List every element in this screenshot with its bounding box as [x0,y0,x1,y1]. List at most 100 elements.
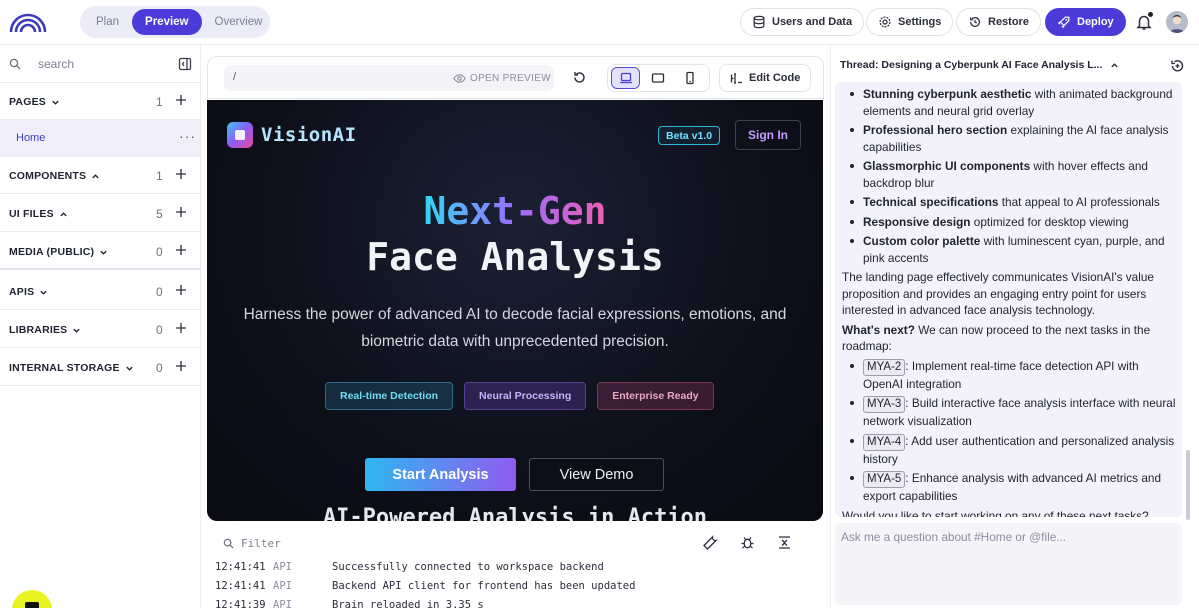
code-cursor-icon [730,72,742,84]
add-api-icon[interactable] [175,284,187,296]
preview-subtitle: Harness the power of advanced AI to deco… [243,306,787,350]
preview-brand: VisionAI [261,124,357,146]
mobile-view-button[interactable] [675,67,704,89]
task-text: : Build interactive face analysis interf… [863,396,1176,428]
section-internal-storage[interactable]: INTERNAL STORAGE 0 [0,349,201,386]
restore-button[interactable]: Restore [956,8,1041,36]
user-avatar[interactable] [1166,11,1188,33]
view-mode-switcher: Plan Preview Overview [80,6,270,38]
new-thread-icon[interactable] [1170,58,1185,73]
sidebar: search PAGES 1 Home ··· COMPONENTS 1 UI … [0,45,201,608]
tablet-view-button[interactable] [643,67,672,89]
tag-enterprise: Enterprise Ready [597,382,714,410]
desktop-view-button[interactable] [611,67,640,89]
notifications-button[interactable] [1135,12,1153,31]
more-options-icon[interactable]: ··· [179,128,196,144]
rocket-icon [1057,16,1070,29]
log-time: 12:41:41 [215,580,266,592]
start-analysis-button[interactable]: Start Analysis [365,458,516,491]
wrench-icon[interactable] [703,535,718,550]
settings-button[interactable]: Settings [866,8,954,36]
visionai-logo-icon [227,122,253,148]
page-item-label: Home [16,132,46,144]
app-logo-icon[interactable] [9,11,47,33]
add-component-icon[interactable] [175,168,187,180]
list-item: Responsive design optimized for desktop … [842,214,1178,231]
add-page-icon[interactable] [175,94,187,106]
view-demo-button[interactable]: View Demo [529,458,664,491]
task-chip[interactable]: MYA-3 [863,396,906,413]
list-item: Glassmorphic UI components with hover ef… [842,158,1178,191]
search-input[interactable]: search [38,57,74,71]
add-media-icon[interactable] [175,244,187,256]
section-count: 1 [156,169,163,183]
next-paragraph: What's next? We can now proceed to the n… [842,322,1178,355]
add-ui-file-icon[interactable] [175,206,187,218]
preview-signin-button[interactable]: Sign In [735,120,801,150]
task-chip[interactable]: MYA-4 [863,433,906,451]
task-chip[interactable]: MYA-5 [863,471,906,488]
section-ui-files[interactable]: UI FILES 5 [0,195,201,232]
chat-panel: Thread: Designing a Cyberpunk AI Face An… [830,45,1199,608]
section-libraries[interactable]: LIBRARIES 0 [0,311,201,348]
edit-code-button[interactable]: Edit Code [719,64,812,92]
tab-preview[interactable]: Preview [132,9,202,35]
section-title: PAGES [9,96,60,108]
edit-code-label: Edit Code [749,72,801,84]
url-input[interactable]: / OPEN PREVIEW [224,65,554,91]
preview-toolbar: / OPEN PREVIEW Edit Code [207,56,824,99]
chevron-down-icon [100,250,107,255]
section-apis-label: APIS [9,286,35,298]
section-pages[interactable]: PAGES 1 [0,83,201,120]
collapse-sidebar-icon[interactable] [178,57,192,71]
log-filter-input[interactable]: Filter [223,537,281,550]
section-libraries-label: LIBRARIES [9,324,68,336]
section-ui-files-label: UI FILES [9,208,54,220]
log-console: Filter 12:41:41 API Successfully connect… [207,527,824,608]
section-title: COMPONENTS [9,170,100,182]
chevron-down-icon [73,328,81,333]
chat-input[interactable]: Ask me a question about #Home or @file..… [835,523,1182,605]
add-storage-icon[interactable] [175,360,187,372]
chevron-down-icon [52,100,59,105]
tab-plan[interactable]: Plan [83,9,132,35]
list-item: Professional hero section explaining the… [842,122,1178,155]
tag-neural: Neural Processing [464,382,587,410]
deploy-label: Deploy [1077,16,1114,28]
log-message: Backend API client for frontend has been… [332,580,636,592]
log-row: 12:41:39 API Brain reloaded in 3.35 s [215,599,484,608]
open-preview-label: OPEN PREVIEW [470,73,551,84]
chat-scrollbar[interactable] [1186,450,1190,520]
deploy-button[interactable]: Deploy [1045,8,1126,36]
add-library-icon[interactable] [175,322,187,334]
section-components[interactable]: COMPONENTS 1 [0,157,201,194]
top-bar: Plan Preview Overview Users and Data Set… [0,0,1199,45]
preview-headline: Next-Gen Face Analysis [207,188,823,280]
section-count: 5 [156,207,163,221]
thread-selector[interactable]: Thread: Designing a Cyberpunk AI Face An… [840,59,1119,71]
next-bold: What's next? [842,322,915,337]
log-message: Brain reloaded in 3.35 s [332,599,484,608]
section-media-label: MEDIA (PUBLIC) [9,246,95,258]
list-item: Stunning cyberpunk aesthetic with animat… [842,86,1178,119]
bug-icon[interactable] [740,535,755,550]
page-item-home[interactable]: Home ··· [0,120,200,157]
section-apis[interactable]: APIS 0 [0,273,201,310]
refresh-icon[interactable] [572,70,587,85]
task-item: MYA-4: Add user authentication and perso… [842,433,1178,468]
search-icon [223,538,234,549]
headline-white: Face Analysis [366,235,664,279]
log-row: 12:41:41 API Backend API client for fron… [215,580,635,592]
database-icon [753,15,765,29]
section-count: 1 [156,95,163,109]
section-media[interactable]: MEDIA (PUBLIC) 0 [0,233,201,270]
section-count: 0 [156,245,163,259]
task-item: MYA-5: Enhance analysis with advanced AI… [842,470,1178,505]
task-chip[interactable]: MYA-2 [863,358,906,376]
users-and-data-button[interactable]: Users and Data [740,8,865,36]
url-path: / [233,71,237,83]
sidebar-search[interactable]: search [0,45,201,83]
tab-overview[interactable]: Overview [202,9,276,35]
open-preview-button[interactable]: OPEN PREVIEW [453,72,551,85]
collapse-logs-icon[interactable] [777,535,792,550]
